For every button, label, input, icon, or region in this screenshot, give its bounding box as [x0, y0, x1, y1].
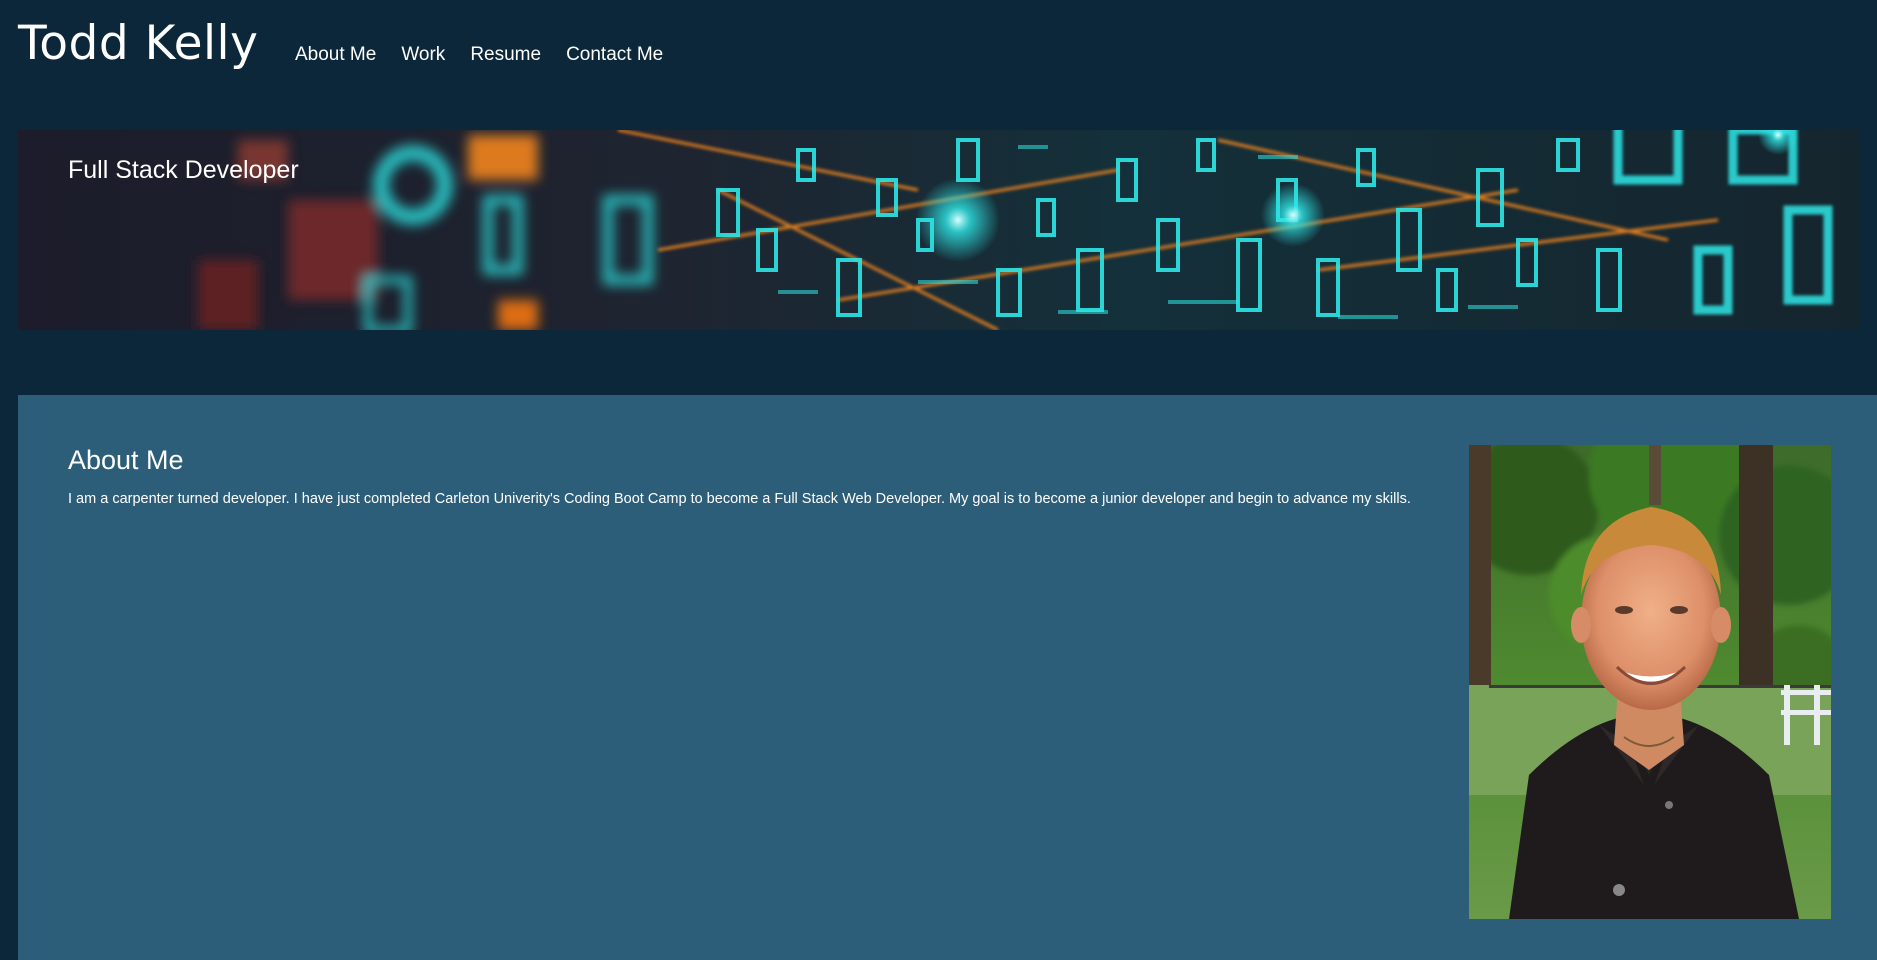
nav-link-about-me[interactable]: About Me — [295, 42, 376, 68]
site-title: Todd Kelly — [18, 16, 259, 71]
nav-link-work[interactable]: Work — [401, 42, 445, 68]
profile-photo — [1469, 445, 1831, 919]
hero-banner: Full Stack Developer — [18, 130, 1860, 330]
nav-link-contact-me[interactable]: Contact Me — [566, 42, 663, 68]
nav-link-resume[interactable]: Resume — [470, 42, 541, 68]
about-text: I am a carpenter turned developer. I hav… — [68, 491, 1411, 507]
about-section: About Me I am a carpenter turned develop… — [18, 395, 1877, 960]
hero-title: Full Stack Developer — [68, 156, 299, 184]
about-heading: About Me — [68, 445, 184, 475]
site-header: Todd Kelly About Me Work Resume Contact … — [0, 0, 1877, 130]
main-nav: About Me Work Resume Contact Me — [295, 42, 663, 68]
